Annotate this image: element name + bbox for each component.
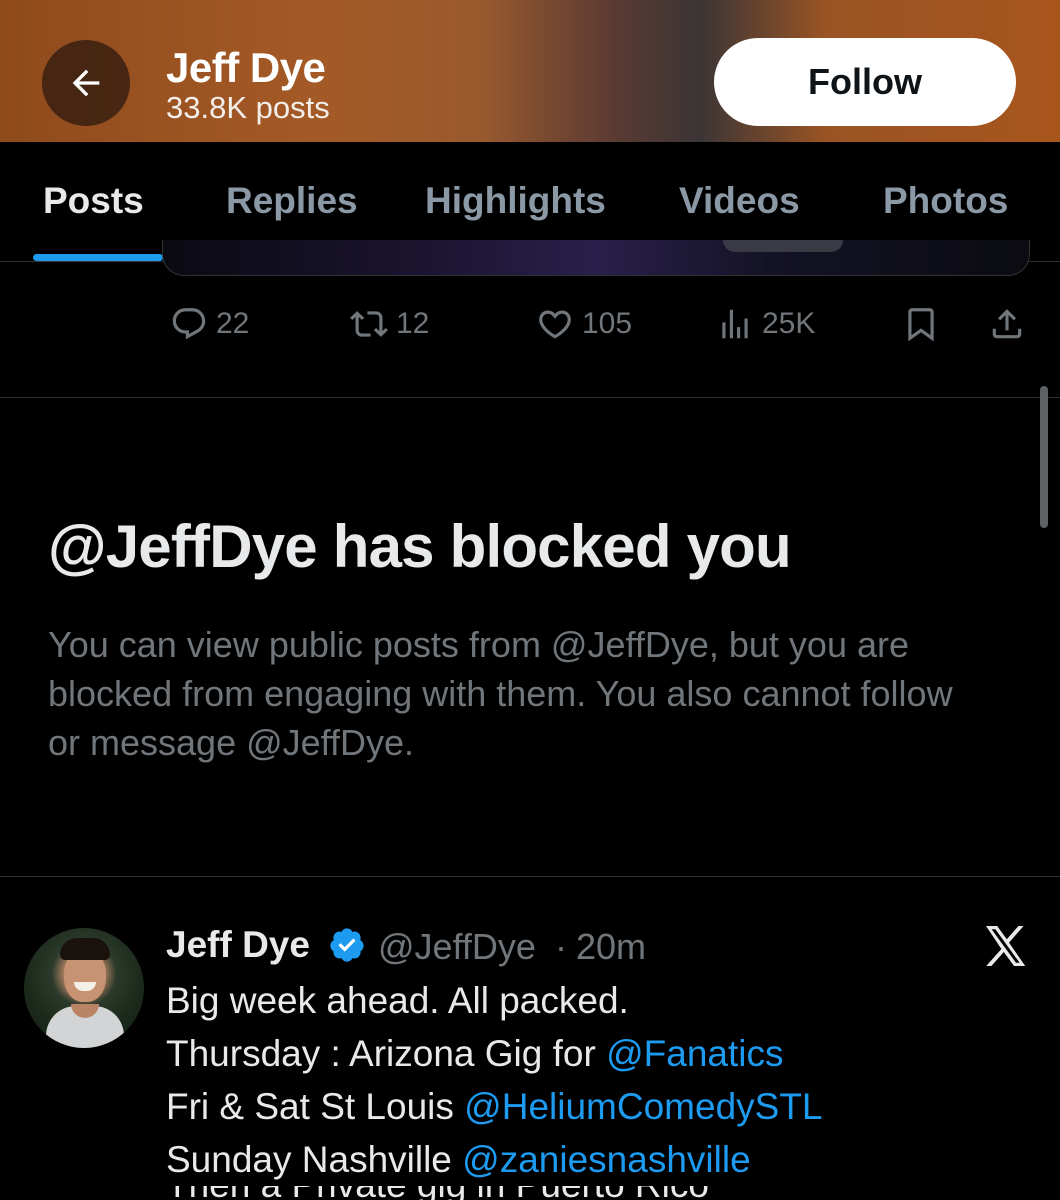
tab-videos[interactable]: Videos — [679, 180, 800, 222]
mention-link[interactable]: @Fanatics — [606, 1033, 783, 1074]
tweet-text-line-cutoff: Then a Private gig in Puerto Rico — [166, 1186, 926, 1200]
tweet-text: Big week ahead. All packed. — [166, 980, 629, 1021]
verified-badge-icon — [330, 928, 364, 962]
tweet-text-line: Big week ahead. All packed. — [166, 980, 629, 1022]
arrow-left-icon — [72, 69, 100, 97]
profile-header: Jeff Dye 33.8K posts Follow — [0, 0, 1060, 142]
tweet-text-line: Thursday : Arizona Gig for @Fanatics — [166, 1033, 784, 1075]
views-button[interactable]: 25K — [716, 302, 815, 346]
tweet-text: Sunday Nashville — [166, 1139, 463, 1180]
share-button[interactable] — [988, 302, 1026, 346]
reply-icon — [172, 308, 206, 340]
post-count: 33.8K posts — [166, 90, 330, 125]
like-count: 105 — [582, 307, 633, 340]
profile-name: Jeff Dye — [166, 44, 326, 91]
repost-count: 12 — [396, 307, 430, 340]
tweet-text: Then a Private gig in Puerto Rico — [166, 1186, 926, 1200]
like-button[interactable]: 105 — [536, 302, 632, 346]
scrollbar[interactable] — [1040, 386, 1048, 528]
avatar[interactable] — [24, 928, 144, 1048]
tweet-text-line: Fri & Sat St Louis @HeliumComedySTL — [166, 1086, 823, 1128]
divider — [0, 876, 1060, 877]
tab-posts[interactable]: Posts — [43, 180, 144, 222]
views-count: 25K — [762, 307, 816, 340]
share-icon — [992, 309, 1022, 339]
divider — [0, 397, 1060, 398]
tweet-timestamp[interactable]: 20m — [576, 926, 646, 968]
post-media[interactable] — [162, 240, 1030, 276]
blocked-title: @JeffDye has blocked you — [48, 513, 792, 580]
tweet-text: Thursday : Arizona Gig for — [166, 1033, 607, 1074]
tab-highlights[interactable]: Highlights — [425, 180, 606, 222]
separator-dot: · — [555, 926, 567, 967]
media-figure — [723, 240, 843, 252]
tweet-text-line: Sunday Nashville @zaniesnashville — [166, 1139, 751, 1181]
tweet-text: Fri & Sat St Louis — [166, 1086, 465, 1127]
repost-icon — [350, 311, 388, 337]
reply-count: 22 — [216, 307, 250, 340]
bookmark-button[interactable] — [902, 302, 940, 346]
blocked-message: You can view public posts from @JeffDye,… — [48, 624, 953, 763]
bookmark-icon — [908, 308, 934, 342]
active-tab-indicator — [33, 254, 163, 261]
reply-button[interactable]: 22 — [170, 302, 249, 346]
mention-link[interactable]: @HeliumComedySTL — [464, 1086, 822, 1127]
back-button[interactable] — [42, 40, 130, 126]
tab-photos[interactable]: Photos — [883, 180, 1008, 222]
x-logo-icon — [986, 926, 1026, 966]
follow-button[interactable]: Follow — [714, 38, 1016, 126]
heart-icon — [539, 310, 571, 339]
avatar-hair — [60, 938, 110, 960]
repost-button[interactable]: 12 — [350, 302, 429, 346]
mention-link[interactable]: @zaniesnashville — [462, 1139, 750, 1180]
tab-replies[interactable]: Replies — [226, 180, 358, 222]
tweet-author-handle[interactable]: @JeffDye — [378, 926, 536, 968]
tweet-author-name[interactable]: Jeff Dye — [166, 924, 310, 966]
views-icon — [722, 309, 748, 339]
